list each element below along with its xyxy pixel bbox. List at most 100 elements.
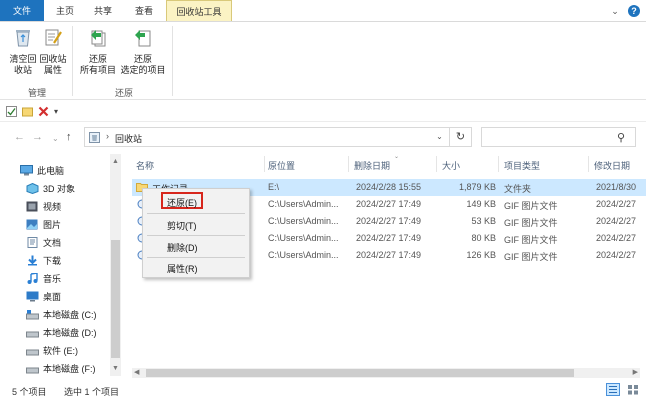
recycle-bin-icon [16, 30, 30, 47]
column-divider[interactable] [264, 156, 265, 172]
sidebar-item-label: 文档 [43, 237, 62, 248]
pictures-icon [26, 219, 38, 229]
column-header-type[interactable]: 项目类型 [504, 159, 540, 172]
column-divider[interactable] [498, 156, 499, 172]
up-arrow-icon[interactable]: ↑ [66, 130, 72, 144]
recent-locations-icon[interactable]: ⌄ [52, 132, 59, 146]
column-header-modified[interactable]: 修改日期 [594, 159, 630, 172]
properties-label-1: 回收站 [39, 54, 67, 64]
search-icon[interactable]: ⚲ [617, 131, 625, 144]
status-bar: 5 个项目 选中 1 个项目 [0, 380, 646, 403]
refresh-icon[interactable]: ↻ [450, 127, 472, 147]
music-icon [27, 272, 38, 284]
ribbon-collapse-icon[interactable]: ⌄ [610, 6, 620, 16]
sidebar-item-label: 本地磁盘 (D:) [43, 327, 97, 338]
sidebar-item-documents[interactable]: 文档 [26, 234, 61, 250]
large-icons-view-icon[interactable] [626, 383, 640, 396]
address-bar[interactable]: › 回收站 [84, 127, 450, 147]
search-box[interactable] [481, 127, 636, 147]
scroll-up-icon[interactable]: ▲ [112, 158, 119, 165]
sidebar-item-drive-c[interactable]: 本地磁盘 (C:) [26, 306, 97, 322]
drive-c-icon [26, 309, 39, 319]
delete-icon[interactable] [38, 106, 49, 117]
sidebar-item-label: 音乐 [43, 273, 62, 284]
tab-home[interactable]: 主页 [48, 0, 82, 22]
column-header-date-deleted[interactable]: 删除日期 [354, 159, 390, 172]
original-location: E:\ [268, 182, 280, 192]
sidebar-item-label: 图片 [43, 219, 62, 230]
date-deleted: 2024/2/27 17:49 [356, 250, 422, 260]
column-divider[interactable] [348, 156, 349, 172]
ribbon-tab-bar: 文件 主页 共享 查看 回收站工具 ⌄ ? [0, 0, 646, 22]
sidebar-item-drive-d[interactable]: 本地磁盘 (D:) [26, 324, 97, 340]
sidebar-item-label: 3D 对象 [43, 183, 76, 194]
sidebar-item-videos[interactable]: 视频 [26, 198, 61, 214]
column-divider[interactable] [436, 156, 437, 172]
date-modified: 2024/2/27 [596, 216, 637, 226]
properties-check-icon[interactable] [6, 105, 17, 117]
item-count: 5 个项目 [12, 387, 47, 397]
sidebar-item-desktop[interactable]: 桌面 [26, 288, 61, 304]
tab-share[interactable]: 共享 [86, 0, 120, 22]
column-header-size[interactable]: 大小 [442, 159, 460, 172]
tab-view[interactable]: 查看 [126, 0, 162, 22]
empty-bin-label-1: 清空回 [9, 54, 37, 64]
column-header-location[interactable]: 原位置 [268, 159, 295, 172]
scroll-left-icon[interactable]: ◀ [134, 368, 139, 378]
sidebar-item-3d-objects[interactable]: 3D 对象 [26, 180, 75, 196]
group-label-restore: 还原 [114, 88, 133, 98]
date-modified: 2024/2/27 [596, 233, 637, 243]
sidebar-item-label: 此电脑 [37, 165, 65, 176]
horizontal-scrollbar[interactable]: ◀ ▶ [132, 368, 640, 378]
toolbar-divider [0, 121, 646, 122]
sidebar-item-pictures[interactable]: 图片 [26, 216, 61, 232]
sidebar-item-drive-e[interactable]: 软件 (E:) [26, 342, 78, 358]
breadcrumb-chevron-icon[interactable]: › [106, 131, 109, 141]
restore-all-items-button[interactable]: 还原 所有项目 [78, 26, 118, 76]
context-menu-restore[interactable]: 还原(E) [167, 196, 197, 209]
file-size: 126 KB [466, 250, 496, 260]
drive-icon [26, 349, 39, 355]
horizontal-scroll-thumb[interactable] [146, 369, 574, 377]
help-icon[interactable]: ? [628, 5, 640, 17]
tab-file[interactable]: 文件 [0, 0, 44, 22]
file-type: GIF 图片文件 [504, 218, 558, 228]
ribbon-group-divider [72, 26, 73, 96]
file-type: GIF 图片文件 [504, 235, 558, 245]
tab-recycle-bin-tools[interactable]: 回收站工具 [166, 0, 232, 22]
recycle-bin-properties-button[interactable]: 回收站 属性 [38, 26, 68, 76]
download-icon [28, 255, 37, 265]
file-type: GIF 图片文件 [504, 201, 558, 211]
sidebar-item-label: 本地磁盘 (C:) [43, 309, 97, 320]
recycle-bin-icon [89, 132, 100, 143]
back-arrow-icon[interactable]: ← [14, 130, 25, 144]
group-label-manage: 管理 [27, 88, 46, 98]
restore-selected-items-button[interactable]: 还原 选定的项目 [118, 26, 168, 76]
selection-count: 选中 1 个项目 [64, 387, 120, 397]
context-menu-cut[interactable]: 剪切(T) [167, 219, 197, 232]
sidebar-item-downloads[interactable]: 下载 [26, 252, 61, 268]
forward-arrow-icon[interactable]: → [32, 130, 43, 144]
customize-toolbar-icon[interactable]: ▾ [54, 107, 58, 116]
context-menu-divider [147, 213, 245, 214]
sidebar-item-drive-f[interactable]: 本地磁盘 (F:) [26, 360, 96, 376]
scroll-right-icon[interactable]: ▶ [633, 368, 638, 378]
file-size: 53 KB [471, 216, 496, 226]
new-folder-icon[interactable] [22, 106, 33, 117]
navigation-pane: 此电脑 3D 对象 视频 图片 文档 下载 音乐 桌面 本地磁盘 (C:) 本地… [0, 154, 122, 376]
sidebar-item-label: 本地磁盘 (F:) [43, 363, 96, 374]
ribbon-controls: ⌄ ? [610, 5, 640, 17]
sidebar-item-this-pc[interactable]: 此电脑 [20, 162, 64, 178]
details-view-icon[interactable] [606, 383, 620, 396]
sidebar-scroll-thumb[interactable] [111, 240, 120, 358]
context-menu-delete[interactable]: 删除(D) [167, 241, 198, 254]
scroll-down-icon[interactable]: ▼ [112, 365, 119, 372]
empty-recycle-bin-button[interactable]: 清空回 收站 [6, 26, 40, 76]
column-divider[interactable] [588, 156, 589, 172]
address-dropdown-icon[interactable]: ⌄ [430, 127, 450, 147]
sidebar-item-music[interactable]: 音乐 [26, 270, 61, 286]
context-menu-properties[interactable]: 属性(R) [167, 262, 198, 275]
breadcrumb-recycle-bin[interactable]: 回收站 [115, 132, 142, 145]
column-header-name[interactable]: 名称 [136, 159, 154, 172]
sidebar-item-label: 下载 [43, 255, 62, 266]
